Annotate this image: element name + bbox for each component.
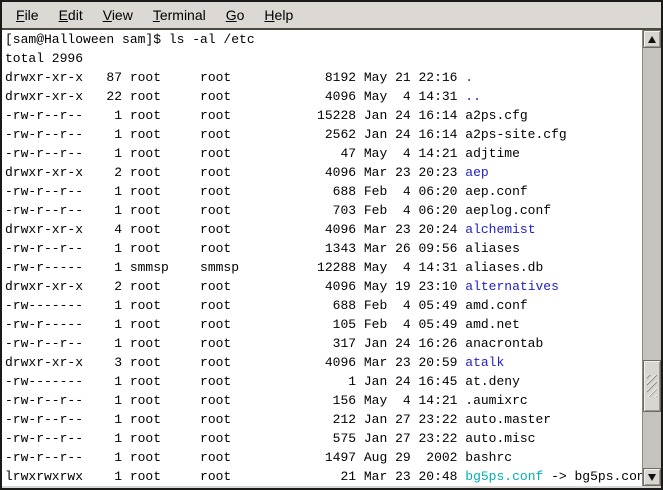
scroll-up-button[interactable]	[643, 30, 661, 48]
terminal-line: -rw-r--r-- 1 root root 15228 Jan 24 16:1…	[5, 106, 642, 125]
terminal-text: total 2996	[5, 51, 83, 66]
terminal-line: drwxr-xr-x 87 root root 8192 May 21 22:1…	[5, 68, 642, 87]
terminal-text: lrwxrwxrwx 1 root root 21 Mar 23 20:48	[5, 469, 465, 484]
terminal-screen[interactable]: [sam@Halloween sam]$ ls -al /etc total 29…	[2, 30, 642, 486]
terminal-text: [sam@Halloween sam]$ ls -al /etc	[5, 32, 255, 47]
menu-item-help[interactable]: Help	[254, 4, 303, 26]
menu-item-edit[interactable]: Edit	[49, 4, 93, 26]
directory-name: alchemist	[465, 222, 535, 237]
terminal-text: -rw-r--r-- 1 root root 15228 Jan 24 16:1…	[5, 108, 528, 123]
terminal-line: -rw-r--r-- 1 root root 47 May 4 14:21 ad…	[5, 144, 642, 163]
menu-bar: FileEditViewTerminalGoHelp	[2, 2, 661, 30]
terminal-line: -rw-r--r-- 1 root root 156 May 4 14:21 .…	[5, 391, 642, 410]
terminal-line: drwxr-xr-x 3 root root 4096 Mar 23 20:59…	[5, 353, 642, 372]
terminal-text: drwxr-xr-x 3 root root 4096 Mar 23 20:59	[5, 355, 465, 370]
arrow-down-icon	[648, 474, 656, 481]
terminal-line: -rw-r--r-- 1 root root 2562 Jan 24 16:14…	[5, 125, 642, 144]
terminal-line: drwxr-xr-x 4 root root 4096 Mar 23 20:24…	[5, 220, 642, 239]
terminal-line: -rw-r--r-- 1 root root 703 Feb 4 06:20 a…	[5, 201, 642, 220]
window-body: [sam@Halloween sam]$ ls -al /etc total 29…	[2, 30, 661, 486]
terminal-text: -rw-r--r-- 1 root root 575 Jan 27 23:22 …	[5, 431, 536, 446]
terminal-text: -rw-r--r-- 1 root root 1343 Mar 26 09:56…	[5, 241, 520, 256]
directory-name: .	[465, 70, 473, 85]
terminal-text: -rw-r--r-- 1 root root 703 Feb 4 06:20 a…	[5, 203, 551, 218]
terminal-line: -rw-r----- 1 smmsp smmsp 12288 May 4 14:…	[5, 258, 642, 277]
terminal-text: -rw-r--r-- 1 root root 317 Jan 24 16:26 …	[5, 336, 543, 351]
menu-item-file[interactable]: File	[6, 4, 49, 26]
scrollbar-trough[interactable]	[643, 48, 661, 468]
terminal-text: -rw-r--r-- 1 root root 688 Feb 4 06:20 a…	[5, 184, 528, 199]
arrow-up-icon	[648, 36, 656, 43]
terminal-text: -rw-r--r-- 1 root root 1497 Aug 29 2002 …	[5, 450, 512, 465]
menu-item-terminal[interactable]: Terminal	[143, 4, 216, 26]
terminal-text: -rw-r--r-- 1 root root 156 May 4 14:21 .…	[5, 393, 528, 408]
terminal-text: -rw-r--r-- 1 root root 212 Jan 27 23:22 …	[5, 412, 551, 427]
directory-name: aep	[465, 165, 488, 180]
directory-name: atalk	[465, 355, 504, 370]
terminal-text: drwxr-xr-x 2 root root 4096 Mar 23 20:23	[5, 165, 465, 180]
terminal-line: -rw------- 1 root root 1 Jan 24 16:45 at…	[5, 372, 642, 391]
terminal-text: drwxr-xr-x 4 root root 4096 Mar 23 20:24	[5, 222, 465, 237]
directory-name: ..	[465, 89, 481, 104]
terminal-window: FileEditViewTerminalGoHelp [sam@Hallowee…	[0, 0, 663, 490]
menu-item-go[interactable]: Go	[216, 4, 255, 26]
scrollbar-thumb[interactable]	[643, 360, 661, 412]
terminal-line: -rw-r--r-- 1 root root 317 Jan 24 16:26 …	[5, 334, 642, 353]
terminal-text: -> bg5ps.conf	[543, 469, 642, 484]
terminal-line: -rw-r--r-- 1 root root 688 Feb 4 06:20 a…	[5, 182, 642, 201]
terminal-line: drwxr-xr-x 22 root root 4096 May 4 14:31…	[5, 87, 642, 106]
terminal-line: -rw-r----- 1 root root 105 Feb 4 05:49 a…	[5, 315, 642, 334]
symlink-name: bg5ps.conf	[465, 469, 543, 484]
terminal-line: drwxr-xr-x 2 root root 4096 May 19 23:10…	[5, 277, 642, 296]
terminal-line: drwxr-xr-x 2 root root 4096 Mar 23 20:23…	[5, 163, 642, 182]
terminal-line: -rw-r--r-- 1 root root 212 Jan 27 23:22 …	[5, 410, 642, 429]
menu-item-view[interactable]: View	[93, 4, 143, 26]
terminal-text: -rw-r--r-- 1 root root 2562 Jan 24 16:14…	[5, 127, 567, 142]
terminal-text: -rw------- 1 root root 688 Feb 4 05:49 a…	[5, 298, 528, 313]
terminal-text: -rw------- 1 root root 1 Jan 24 16:45 at…	[5, 374, 520, 389]
terminal-text: drwxr-xr-x 87 root root 8192 May 21 22:1…	[5, 70, 465, 85]
terminal-line: [sam@Halloween sam]$ ls -al /etc	[5, 30, 642, 49]
terminal-line: -rw-r--r-- 1 root root 575 Jan 27 23:22 …	[5, 429, 642, 448]
terminal-line: -rw-r--r-- 1 root root 1497 Aug 29 2002 …	[5, 448, 642, 467]
terminal-line: -rw-r--r-- 1 root root 1343 Mar 26 09:56…	[5, 239, 642, 258]
terminal-text: drwxr-xr-x 22 root root 4096 May 4 14:31	[5, 89, 465, 104]
terminal-text: -rw-r----- 1 root root 105 Feb 4 05:49 a…	[5, 317, 520, 332]
terminal-line: -rw------- 1 root root 688 Feb 4 05:49 a…	[5, 296, 642, 315]
terminal-text: drwxr-xr-x 2 root root 4096 May 19 23:10	[5, 279, 465, 294]
scroll-down-button[interactable]	[643, 468, 661, 486]
scrollbar[interactable]	[642, 30, 661, 486]
terminal-line: lrwxrwxrwx 1 root root 21 Mar 23 20:48 b…	[5, 467, 642, 486]
terminal-text: -rw-r--r-- 1 root root 47 May 4 14:21 ad…	[5, 146, 520, 161]
terminal-line: total 2996	[5, 49, 642, 68]
terminal-text: -rw-r----- 1 smmsp smmsp 12288 May 4 14:…	[5, 260, 543, 275]
directory-name: alternatives	[465, 279, 559, 294]
